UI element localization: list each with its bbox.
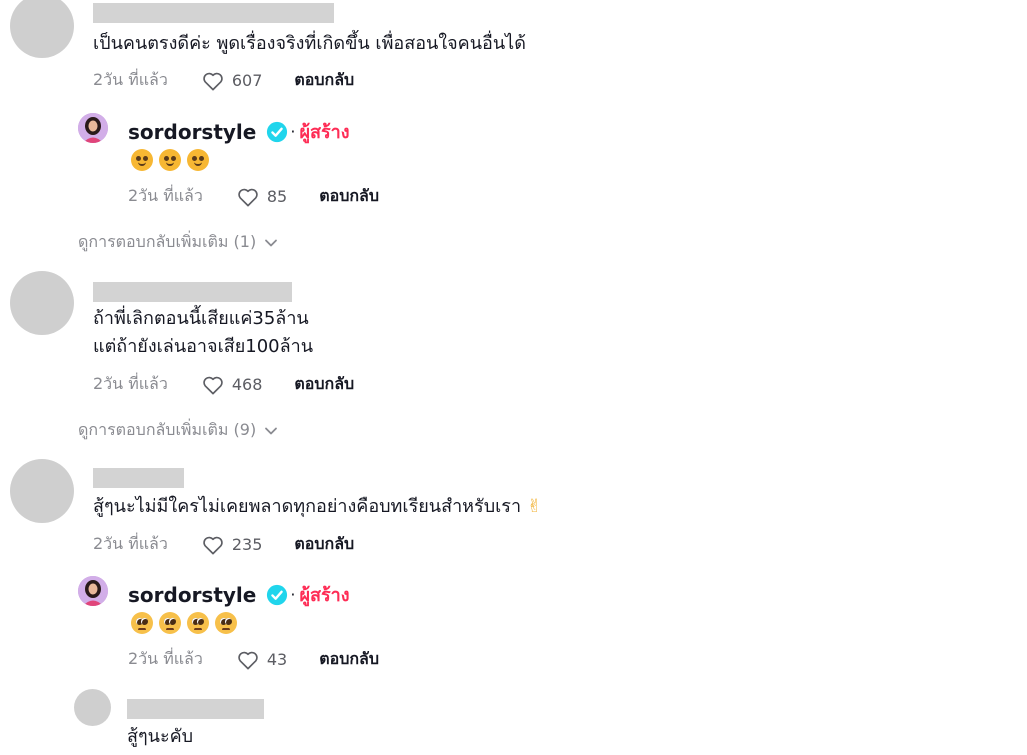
reply-button[interactable]: ตอบกลับ bbox=[294, 68, 354, 93]
reply-button[interactable]: ตอบกลับ bbox=[319, 184, 379, 209]
heart-icon bbox=[238, 188, 258, 206]
view-more-replies[interactable]: ดูการตอบกลับเพิ่มเติม (1) bbox=[78, 230, 278, 255]
pleading-face-icon bbox=[131, 612, 153, 634]
comment-time: 2วัน ที่แล้ว bbox=[128, 649, 203, 668]
like-button[interactable]: 468 bbox=[202, 375, 263, 395]
comment-time: 2วัน ที่แล้ว bbox=[93, 70, 168, 89]
separator-dot: · bbox=[290, 122, 296, 141]
like-count: 468 bbox=[231, 375, 263, 394]
commenter-name-redacted[interactable] bbox=[93, 468, 184, 488]
comment-text: แต่ถ้ายังเล่นอาจเสีย100ล้าน bbox=[93, 336, 314, 357]
view-more-label: ดูการตอบกลับเพิ่มเติม (9) bbox=[78, 420, 257, 439]
verified-badge-icon bbox=[266, 584, 288, 606]
heart-icon bbox=[238, 651, 258, 669]
view-more-replies[interactable]: ดูการตอบกลับเพิ่มเติม (9) bbox=[78, 418, 278, 443]
hugging-face-icon bbox=[131, 149, 153, 171]
reply-button[interactable]: ตอบกลับ bbox=[294, 372, 354, 397]
creator-avatar[interactable] bbox=[78, 576, 108, 606]
pleading-face-icon bbox=[187, 612, 209, 634]
creator-reply-meta: 2วัน ที่แล้ว 85 ตอบกลับ bbox=[128, 184, 379, 209]
commenter-avatar[interactable] bbox=[10, 0, 74, 58]
commenter-name-redacted[interactable] bbox=[93, 3, 334, 23]
reply-button[interactable]: ตอบกลับ bbox=[319, 647, 379, 672]
replier-avatar[interactable] bbox=[74, 689, 111, 726]
creator-role-label: ผู้สร้าง bbox=[299, 122, 350, 143]
comment-time: 2วัน ที่แล้ว bbox=[93, 534, 168, 553]
comment-text: สู้ๆนะไม่มีใครไม่เคยพลาดทุกอย่างคือบทเรี… bbox=[93, 493, 542, 521]
comment-text: เป็นคนตรงดีค่ะ พูดเรื่องจริงที่เกิดขึ้น … bbox=[93, 33, 526, 54]
like-count: 607 bbox=[231, 71, 263, 90]
like-button[interactable]: 43 bbox=[237, 650, 287, 670]
separator-dot: · bbox=[290, 585, 296, 604]
chevron-down-icon bbox=[265, 239, 278, 246]
creator-header: sordorstyle · ผู้สร้าง bbox=[128, 580, 350, 609]
creator-username[interactable]: sordorstyle bbox=[128, 583, 256, 607]
creator-avatar[interactable] bbox=[78, 113, 108, 143]
chevron-down-icon bbox=[265, 427, 278, 434]
heart-icon bbox=[203, 72, 223, 90]
comment-meta: 2วัน ที่แล้ว 468 ตอบกลับ bbox=[93, 372, 354, 397]
comment-text-body: สู้ๆนะไม่มีใครไม่เคยพลาดทุกอย่างคือบทเรี… bbox=[93, 496, 522, 517]
hugging-face-icon bbox=[187, 149, 209, 171]
like-count: 235 bbox=[231, 535, 263, 554]
commenter-avatar[interactable] bbox=[10, 459, 74, 523]
pleading-face-icon bbox=[215, 612, 237, 634]
heart-icon bbox=[203, 536, 223, 554]
creator-header: sordorstyle · ผู้สร้าง bbox=[128, 117, 350, 146]
creator-reply-meta: 2วัน ที่แล้ว 43 ตอบกลับ bbox=[128, 647, 379, 672]
victory-hand-icon: ✌ bbox=[526, 496, 542, 517]
comment-time: 2วัน ที่แล้ว bbox=[128, 186, 203, 205]
creator-reply-emojis bbox=[131, 149, 209, 171]
creator-avatar-image bbox=[78, 576, 108, 606]
like-count: 85 bbox=[266, 187, 288, 206]
commenter-avatar[interactable] bbox=[10, 271, 74, 335]
creator-reply-emojis bbox=[131, 612, 237, 634]
like-count: 43 bbox=[266, 650, 288, 669]
heart-icon bbox=[203, 376, 223, 394]
like-button[interactable]: 607 bbox=[202, 71, 263, 91]
pleading-face-icon bbox=[159, 612, 181, 634]
reply-button[interactable]: ตอบกลับ bbox=[294, 532, 354, 557]
verified-badge-icon bbox=[266, 121, 288, 143]
comment-meta: 2วัน ที่แล้ว 235 ตอบกลับ bbox=[93, 532, 354, 557]
view-more-label: ดูการตอบกลับเพิ่มเติม (1) bbox=[78, 232, 257, 251]
like-button[interactable]: 235 bbox=[202, 535, 263, 555]
creator-role-label: ผู้สร้าง bbox=[299, 585, 350, 606]
reply-text: สู้ๆนะคับ bbox=[127, 726, 194, 747]
hugging-face-icon bbox=[159, 149, 181, 171]
creator-avatar-image bbox=[78, 113, 108, 143]
creator-username[interactable]: sordorstyle bbox=[128, 120, 256, 144]
commenter-name-redacted[interactable] bbox=[93, 282, 292, 302]
like-button[interactable]: 85 bbox=[237, 187, 287, 207]
replier-name-redacted[interactable] bbox=[127, 699, 264, 719]
comment-meta: 2วัน ที่แล้ว 607 ตอบกลับ bbox=[93, 68, 354, 93]
comment-time: 2วัน ที่แล้ว bbox=[93, 374, 168, 393]
comment-text: ถ้าพี่เลิกตอนนี้เสียแค่35ล้าน bbox=[93, 308, 309, 329]
